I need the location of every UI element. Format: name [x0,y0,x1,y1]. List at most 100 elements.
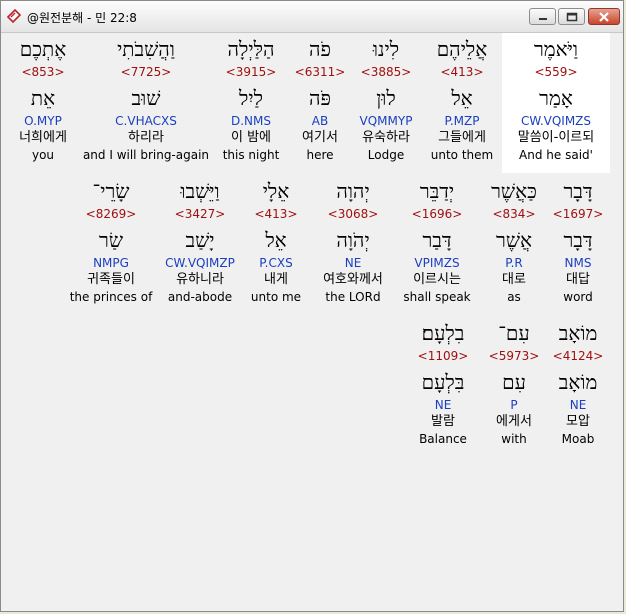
english-gloss: the princes of [69,290,153,304]
hebrew-lexeme: עִם [502,370,526,394]
strong-number: <3427> [174,207,226,221]
window-title: @원전분해 - 민 22:8 [27,11,137,25]
morph-code: O.MYP [24,114,62,128]
strong-number: <413> [254,207,298,221]
english-gloss: with [501,432,527,446]
hebrew-word: בִלְעָם׃ [421,321,465,345]
word-cell[interactable]: וַהֲשִׁבֹתִי <7725> שׁוּב C.VHACXS 하리라 a… [82,35,210,163]
english-gloss: here [306,148,334,162]
morph-code: AB [311,114,329,128]
korean-gloss: 여기서 [302,130,338,145]
hebrew-lexeme: אֲשֶׁר [496,228,532,252]
korean-gloss: 너희에게 [19,130,67,145]
title-bar[interactable]: @원전분해 - 민 22:8 [1,1,623,33]
korean-gloss: 귀족들이 [87,272,135,287]
maximize-icon [566,12,577,21]
morph-code: P [510,398,518,412]
morph-code: NE [344,256,362,270]
hebrew-word: פֹה [309,37,331,61]
word-cell[interactable]: אֲלֵיהֶם <413> אֵל P.MZP 그들에게 unto them [422,35,502,163]
morph-code: CW.VQIMZP [165,256,235,270]
morph-code: P.R [505,256,523,270]
english-gloss: the LORd [325,290,381,304]
strong-number: <8269> [85,207,137,221]
morph-code: NMPG [93,256,129,270]
korean-gloss: 대로 [502,272,526,287]
word-cell[interactable]: כַּאֲשֶׁר <834> אֲשֶׁר P.R 대로 as [484,177,544,305]
interlinear-view[interactable]: וַיֹּאמֶר <559> אָמַר CW.VQIMZS 말씀이-이르되 … [2,33,622,611]
korean-gloss: 유하니라 [176,272,224,287]
word-cell[interactable]: יְהוָה <3068> יְהֹוָה NE 여호와께서 the LORd [312,177,394,305]
strong-number: <559> [534,65,578,79]
hebrew-lexeme: שׁוּב [131,86,161,110]
english-gloss: shall speak [403,290,471,304]
word-cell[interactable]: מוֹאָב <4124> מוֹאָב NE 모압 Moab [548,319,608,447]
english-gloss: as [507,290,521,304]
close-button[interactable] [588,8,620,25]
strong-number: <3068> [327,207,379,221]
morph-code: D.NMS [230,114,271,128]
minimize-icon [538,17,547,20]
hebrew-word: לִינוּ [372,37,400,61]
morph-code: VQMMYP [359,114,413,128]
english-gloss: you [31,148,55,162]
strong-number: <1697> [552,207,604,221]
word-cell[interactable]: אֵלָי <413> אֵל P.CXS 내게 unto me [246,177,306,305]
strong-number: <834> [492,207,536,221]
strong-number: <413> [440,65,484,79]
english-gloss: Moab [561,432,595,446]
word-cell[interactable]: וַיֹּאמֶר <559> אָמַר CW.VQIMZS 말씀이-이르되 … [502,35,610,163]
morph-code: C.VHACXS [115,114,177,128]
hebrew-word: וַיֹּאמֶר [533,37,579,61]
strong-number: <6311> [294,65,346,79]
morph-code: P.CXS [259,256,293,270]
morph-code: VPIMZS [414,256,460,270]
korean-gloss: 하리라 [128,130,164,145]
morph-code: CW.VQIMZS [520,114,592,128]
word-cell[interactable]: הַלַּיְלָה <3915> לַיִל D.NMS 이 밤에 this … [214,35,288,163]
word-cell[interactable]: יְדַבֵּר <1696> דָּבַר VPIMZS 이르시는 shall… [400,177,474,305]
korean-gloss: 모압 [566,414,590,429]
hebrew-word: מוֹאָב [558,321,598,345]
english-gloss: and I will bring-again [82,148,210,162]
word-cell[interactable]: דָּבָר <1697> דָּבָר NMS 대답 word [548,177,608,305]
hebrew-lexeme: לוּן [376,86,396,110]
hebrew-word: שָׂרֵי־ [92,179,130,203]
word-cell[interactable]: לִינוּ <3885> לוּן VQMMYP 유숙하라 Lodge [350,35,422,163]
hebrew-word: וַהֲשִׁבֹתִי [117,37,175,61]
strong-number: <7725> [120,65,172,79]
word-cell[interactable]: שָׂרֵי־ <8269> שַׂר NMPG 귀족들이 the prince… [68,177,154,305]
morph-code: NMS [564,256,592,270]
korean-gloss: 말씀이-이르되 [517,130,595,145]
korean-gloss: 발람 [431,414,455,429]
english-gloss: word [563,290,593,304]
english-gloss: unto them [430,148,494,162]
maximize-button[interactable] [558,8,585,25]
close-icon [599,11,609,22]
word-cell[interactable]: בִלְעָם׃ <1109> בִּלְעָם NE 발람 Balance [406,319,480,447]
english-gloss: Balance [419,432,467,446]
app-window: @원전분해 - 민 22:8 וַיֹּאמֶר <559> אָמַר CW.… [0,0,624,612]
hebrew-lexeme: שַׂר [99,228,123,252]
hebrew-word: עִם־ [498,321,530,345]
morph-code: P.MZP [444,114,480,128]
strong-number: <853> [21,65,65,79]
korean-gloss: 에게서 [496,414,532,429]
word-cell[interactable]: וַיֵּשְׁבוּ <3427> יָשַׁב CW.VQIMZP 유하니라… [158,177,242,305]
korean-gloss: 그들에게 [438,130,486,145]
word-cell[interactable]: עִם־ <5973> עִם P 에게서 with [484,319,544,447]
hebrew-word: אֵלָי [262,179,290,203]
english-gloss: unto me [250,290,302,304]
hebrew-word: דָּבָר [563,179,593,203]
strong-number: <4124> [552,349,604,363]
korean-gloss: 여호와께서 [323,272,383,287]
hebrew-lexeme: דָּבָר [563,228,593,252]
minimize-button[interactable] [529,8,556,25]
hebrew-lexeme: אֵל [265,228,287,252]
word-cell[interactable]: פֹה <6311> פֹּה AB 여기서 here [292,35,348,163]
english-gloss: Lodge [367,148,405,162]
korean-gloss: 내게 [264,272,288,287]
word-cell[interactable]: אֶתְכֶם <853> אֵת O.MYP 너희에게 you [8,35,78,163]
english-gloss: and-abode [167,290,233,304]
hebrew-word: יְדַבֵּר [419,179,455,203]
